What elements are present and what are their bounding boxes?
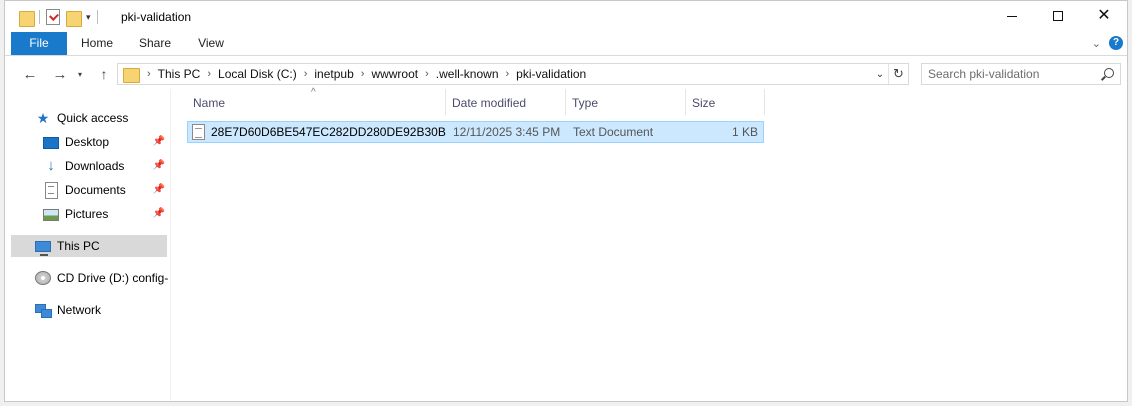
star-icon: ★ — [36, 110, 50, 126]
column-header-name[interactable]: ^ Name — [187, 87, 446, 115]
tab-home[interactable]: Home — [75, 32, 119, 55]
column-header-type[interactable]: Type — [566, 89, 686, 115]
nav-item-quick-access[interactable]: ★ Quick access — [35, 107, 191, 129]
computer-icon — [35, 240, 51, 256]
toolbar-divider — [39, 10, 40, 24]
maximize-button[interactable] — [1035, 1, 1081, 31]
column-header-label: Name — [193, 96, 226, 110]
breadcrumb-well-known[interactable]: .well-known — [436, 67, 499, 81]
expand-ribbon-chevron-icon[interactable]: ⌄ — [1092, 37, 1101, 50]
nav-item-documents[interactable]: Documents 📌 — [43, 179, 167, 201]
cd-drive-icon — [35, 271, 51, 285]
nav-item-label: Network — [57, 303, 102, 317]
nav-item-network[interactable]: Network — [35, 299, 191, 321]
breadcrumb-wwwroot[interactable]: wwwroot — [371, 67, 418, 81]
breadcrumb: › This PC › Local Disk (C:) › inetpub › … — [140, 64, 586, 84]
window-controls: ✕ — [989, 1, 1127, 31]
breadcrumb-separator[interactable]: › — [354, 68, 372, 80]
search-input[interactable] — [928, 64, 1098, 84]
text-file-icon — [192, 124, 205, 140]
column-header-size[interactable]: Size — [686, 89, 765, 115]
title-bar: ▾ pki-validation ✕ — [5, 1, 1127, 33]
file-list-view: ^ Name Date modified Type Size 28E7D60D6… — [175, 87, 1127, 401]
customize-toolbar-chevron-icon[interactable]: ▾ — [86, 12, 91, 23]
file-size: 1 KB — [731, 125, 758, 139]
breadcrumb-this-pc[interactable]: This PC — [158, 67, 201, 81]
breadcrumb-separator[interactable]: › — [200, 68, 218, 80]
ribbon-tabs: File Home Share View ⌄ ? — [5, 32, 1127, 56]
column-header-date-modified[interactable]: Date modified — [446, 89, 566, 115]
desktop-icon — [43, 136, 59, 149]
nav-item-label: Desktop — [65, 135, 110, 149]
address-history-chevron-icon[interactable]: ⌄ — [872, 69, 888, 80]
navigation-bar: ← → ▾ ↑ › This PC › Local Disk (C:) › in… — [5, 59, 1127, 89]
nav-item-label: Pictures — [65, 207, 109, 221]
nav-item-downloads[interactable]: ↓ Downloads 📌 — [43, 155, 167, 177]
column-headers: ^ Name Date modified Type Size — [187, 87, 765, 115]
breadcrumb-pki-validation[interactable]: pki-validation — [516, 67, 586, 81]
close-button[interactable]: ✕ — [1081, 1, 1127, 31]
sort-ascending-icon: ^ — [311, 87, 316, 98]
folder-icon — [122, 66, 140, 83]
tab-share[interactable]: Share — [135, 32, 175, 55]
help-icon[interactable]: ? — [1109, 36, 1123, 50]
network-icon — [35, 302, 52, 318]
properties-icon[interactable] — [46, 9, 60, 25]
pin-icon[interactable]: 📌 — [153, 160, 165, 171]
tab-file[interactable]: File — [11, 32, 67, 55]
ribbon-right-controls: ⌄ ? — [1092, 36, 1123, 50]
breadcrumb-separator[interactable]: › — [418, 68, 436, 80]
tab-view[interactable]: View — [193, 32, 229, 55]
nav-item-label: CD Drive (D:) config- — [57, 271, 169, 285]
documents-icon — [43, 182, 59, 199]
folder-icon — [19, 9, 35, 27]
forward-button[interactable]: → — [49, 63, 71, 85]
pin-icon[interactable]: 📌 — [153, 184, 165, 195]
maximize-icon — [1053, 11, 1063, 21]
toolbar-divider — [96, 10, 98, 24]
breadcrumb-separator[interactable]: › — [499, 68, 517, 80]
close-icon: ✕ — [1097, 7, 1111, 24]
refresh-icon[interactable]: ↻ — [888, 64, 908, 84]
new-folder-icon[interactable] — [66, 9, 82, 27]
downloads-icon: ↓ — [47, 157, 55, 174]
file-name-cell: 28E7D60D6BE547EC282DD280DE92B30B — [188, 124, 447, 140]
file-row[interactable]: 28E7D60D6BE547EC282DD280DE92B30B 12/11/2… — [187, 121, 764, 143]
nav-item-desktop[interactable]: Desktop 📌 — [43, 131, 167, 153]
breadcrumb-inetpub[interactable]: inetpub — [314, 67, 353, 81]
back-button[interactable]: ← — [19, 63, 41, 85]
nav-item-cd-drive[interactable]: CD Drive (D:) config- — [35, 267, 169, 289]
file-name: 28E7D60D6BE547EC282DD280DE92B30B — [211, 125, 446, 139]
nav-item-label: This PC — [57, 239, 100, 253]
file-type: Text Document — [573, 125, 654, 139]
file-explorer-window: ▾ pki-validation ✕ File Home Share View … — [4, 0, 1128, 402]
quick-access-toolbar: ▾ — [19, 7, 98, 27]
breadcrumb-local-disk[interactable]: Local Disk (C:) — [218, 67, 297, 81]
nav-item-pictures[interactable]: Pictures 📌 — [43, 203, 167, 225]
address-bar[interactable]: › This PC › Local Disk (C:) › inetpub › … — [117, 63, 909, 85]
minimize-button[interactable] — [989, 1, 1035, 31]
file-date-modified: 12/11/2025 3:45 PM — [453, 125, 561, 139]
up-button[interactable]: ↑ — [93, 63, 115, 85]
pin-icon[interactable]: 📌 — [153, 136, 165, 147]
recent-locations-chevron-icon[interactable]: ▾ — [73, 63, 87, 85]
search-box[interactable] — [921, 63, 1121, 85]
pictures-icon — [43, 209, 59, 221]
nav-item-this-pc[interactable]: This PC — [11, 235, 167, 257]
search-icon[interactable] — [1102, 68, 1114, 80]
navigation-pane: ★ Quick access Desktop 📌 ↓ Downloads 📌 D… — [5, 89, 171, 401]
minimize-icon — [1007, 15, 1017, 17]
nav-item-label: Quick access — [57, 111, 129, 125]
nav-item-label: Downloads — [65, 159, 125, 173]
nav-item-label: Documents — [65, 183, 126, 197]
address-bar-tail: ⌄ ↻ — [872, 64, 908, 84]
pin-icon[interactable]: 📌 — [153, 208, 165, 219]
window-title: pki-validation — [121, 10, 192, 24]
breadcrumb-separator[interactable]: › — [140, 68, 158, 80]
